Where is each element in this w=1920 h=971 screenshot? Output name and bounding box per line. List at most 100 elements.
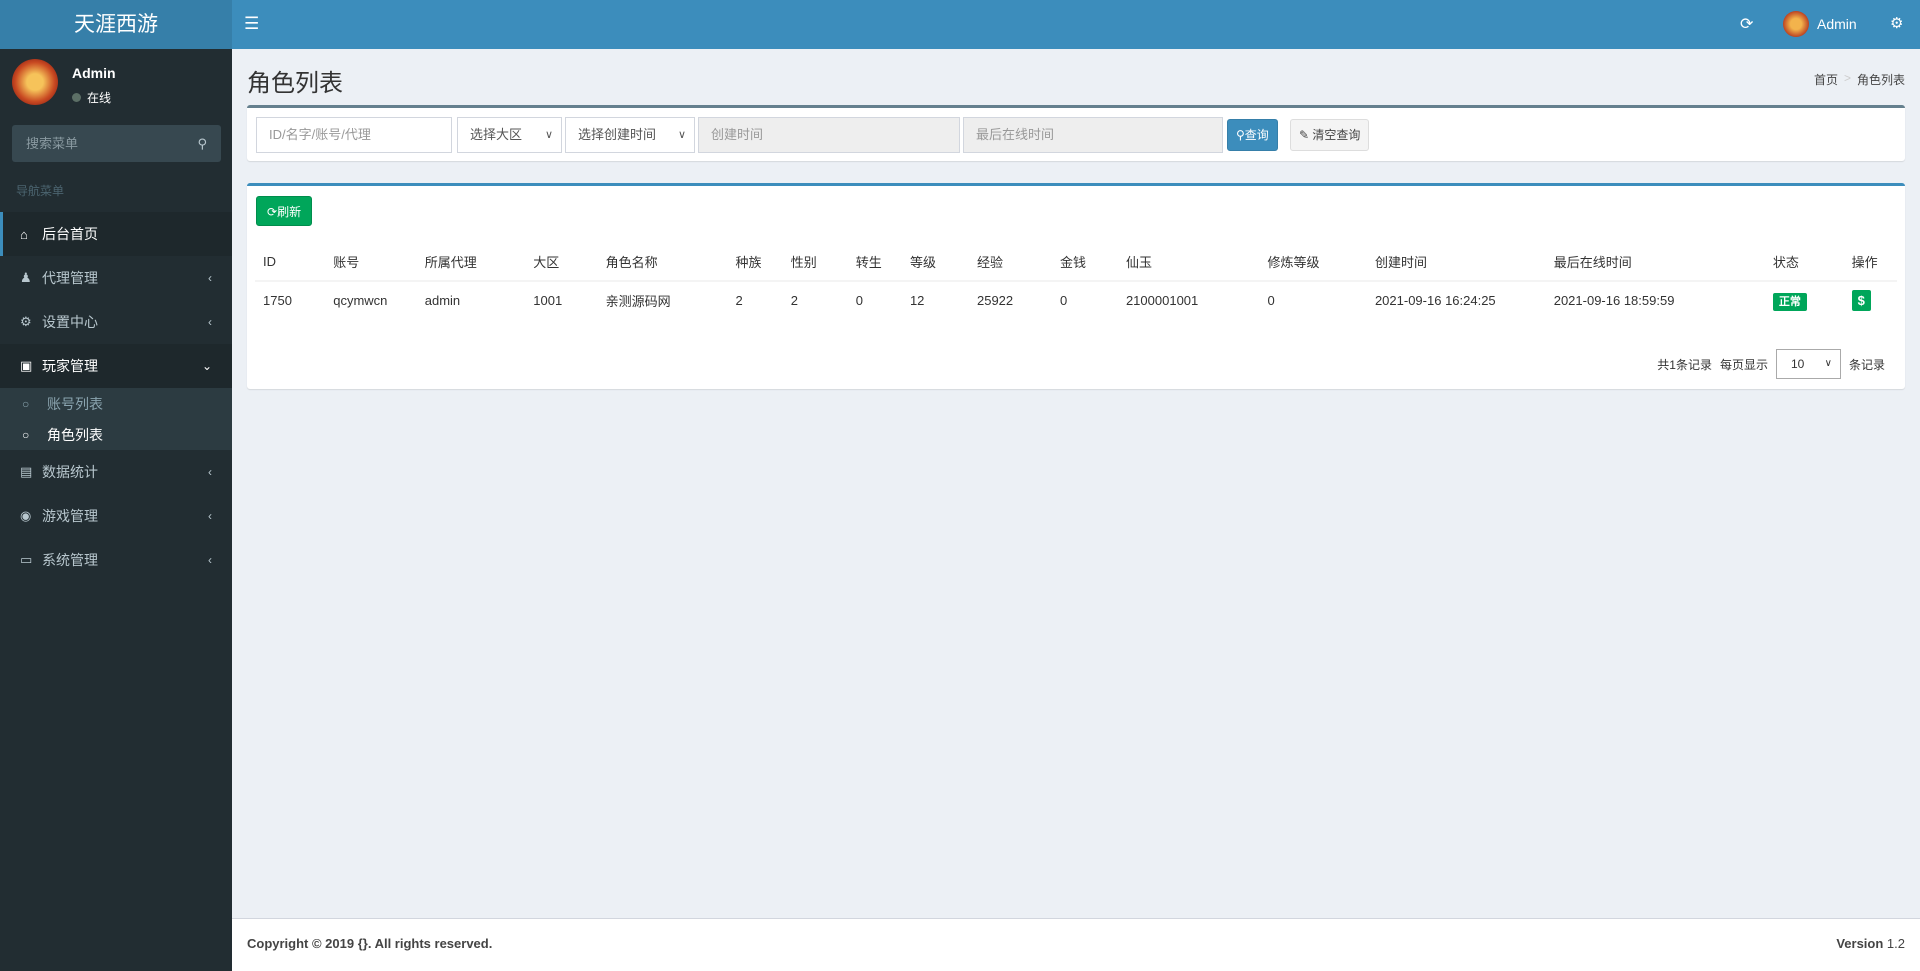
per-page-select[interactable]: 10 [1775,349,1841,379]
cell-value: 2 [735,293,743,308]
column-header: 大区 [525,243,598,282]
cell-value: 亲测源码网 [605,294,671,309]
table-cell: 2 [727,280,783,319]
user-menu[interactable]: Admin [1783,11,1857,37]
roles-table: ID 账号 所属代理 大区 角色名称 种族 性别 转生 等级 经验 金钱 仙玉 修炼等级 创建时间 最后在线… [255,243,1897,319]
menu-toggle-icon[interactable]: ☰ [244,14,259,34]
copyright: Copyright © 2019 {}. All rights reserved… [247,936,493,951]
avatar [1783,11,1809,37]
search-icon: ⚲ [1236,128,1245,142]
sidebar-item-label: 设置中心 [42,314,98,330]
gamepad-icon: ◉ [20,508,32,523]
chevron-left-icon: ‹ [208,315,212,329]
cell-value: 2 [790,293,799,308]
column-header: 等级 [901,243,969,282]
gears-icon: ⚙ [20,314,32,329]
sidebar-subitem-roles[interactable]: ○ 角色列表 [0,419,232,450]
cell-value: 0 [1267,293,1275,308]
sidebar-item-label: 系统管理 [42,552,98,568]
search-placeholder: 搜索菜单 [26,136,79,151]
refresh-button[interactable]: ⟳刷新 [256,196,313,226]
column-header: 经验 [968,243,1052,282]
records-suffix: 条记录 [1848,357,1885,372]
cell-value: 12 [909,293,925,308]
column-header: 金钱 [1051,243,1118,282]
search-icon[interactable]: ⚲ [197,125,207,162]
status-badge: 正常 [1772,292,1807,311]
search-label: 查询 [1244,128,1269,142]
user-panel: Admin 在线 [12,59,116,106]
last-online-input[interactable]: 最后在线时间 [963,117,1223,153]
cell-value: 1001 [533,293,563,308]
pagination: 共1条记录 每页显示 10 条记录 [1657,349,1885,379]
version-number: 1.2 [1886,936,1905,951]
create-time-input[interactable]: 创建时间 [698,117,960,153]
table-cell: 12 [901,280,969,319]
sidebar-item-players[interactable]: ▣ 玩家管理 ⌄ [0,344,232,388]
column-header: 仙玉 [1117,243,1260,282]
table-cell: 2 [782,280,848,319]
avatar [12,59,58,105]
page-title: 角色列表 [247,70,343,97]
cell-value: 2100001001 [1125,293,1199,308]
chevron-left-icon: ‹ [208,271,212,285]
create-time-select[interactable]: 选择创建时间 [565,117,695,153]
clear-button[interactable]: ✎ 清空查询 [1290,119,1370,151]
sidebar-item-label: 代理管理 [42,270,98,286]
sidebar-item-label: 后台首页 [42,226,98,242]
column-header: 修炼等级 [1259,243,1367,282]
sidebar-item-label: 玩家管理 [42,358,98,374]
per-page-label: 每页显示 [1719,357,1768,372]
column-header: 所属代理 [416,243,526,282]
cell-value: 2021-09-16 16:24:25 [1374,293,1496,308]
cell-value: 2021-09-16 18:59:59 [1553,293,1675,308]
area-chart-icon: ▤ [20,464,33,479]
breadcrumb-home[interactable]: 首页 [1814,71,1838,88]
zone-select[interactable]: 选择大区 [457,117,562,153]
table-cell: 0 [1051,280,1118,319]
sidebar-item-agents[interactable]: ♟ 代理管理 ‹ [0,256,232,300]
column-header: 操作 [1843,243,1897,282]
breadcrumb-separator: > [1843,71,1851,85]
sidebar-item-label: 数据统计 [42,464,98,480]
recharge-button[interactable]: $ [1851,290,1871,311]
refresh-icon[interactable]: ⟳ [1740,14,1753,34]
circle-icon: ○ [22,396,30,411]
sidebar-item-home[interactable]: ⌂ 后台首页 [0,212,232,256]
gears-icon[interactable]: ⚙ [1890,14,1903,32]
table-cell: 0 [1259,280,1367,319]
sidebar: Admin 在线 搜索菜单 ⚲ 导航菜单 ⌂ 后台首页 ♟ 代理管理 ‹ ⚙ 设置中心 ‹ … [0,49,232,971]
sidebar-item-game[interactable]: ◉ 游戏管理 ‹ [0,494,232,538]
table-row: 1750 qcymwcn admin 1001 亲测源码网 2 2 0 12 25922 0 2100… [255,280,1897,319]
table-header-row: ID 账号 所属代理 大区 角色名称 种族 性别 转生 等级 经验 金钱 仙玉 修炼等级 创建时间 最后在线… [255,243,1897,282]
user-name: Admin [1817,16,1857,32]
column-header: 种族 [727,243,783,282]
logo[interactable]: 天涯西游 [0,0,232,49]
refresh-label: 刷新 [277,205,302,219]
table-cell: 2021-09-16 18:59:59 [1545,280,1765,319]
sidebar-item-system[interactable]: ▭ 系统管理 ‹ [0,538,232,582]
user-name: Admin [72,65,116,81]
cell-value: 25922 [976,293,1014,308]
status-dot-icon [72,93,81,102]
sidebar-subitem-accounts[interactable]: ○ 账号列表 [0,388,232,419]
cell-value: 0 [1059,293,1068,308]
version-label: Version [1836,936,1884,951]
menu-search-input[interactable]: 搜索菜单 ⚲ [12,125,221,162]
version: Version 1.2 [1836,919,1905,971]
cell-value: qcymwcn [333,293,388,308]
table-cell: 25922 [968,280,1052,319]
keyword-input[interactable]: ID/名字/账号/代理 [256,117,452,153]
table-cell: 亲测源码网 [597,280,728,319]
sidebar-item-settings[interactable]: ⚙ 设置中心 ‹ [0,300,232,344]
sidebar-item-label: 角色列表 [47,426,103,443]
breadcrumb-current: 角色列表 [1856,73,1905,87]
cell-value: admin [424,293,461,308]
column-header: ID [255,243,326,282]
table-box: ⟳刷新 ID 账号 所属代理 大区 角色名称 种族 性别 转生 等级 经验 金钱 仙玉 修炼等级 创建时间… [247,183,1905,389]
search-button[interactable]: ⚲查询 [1227,119,1278,151]
chevron-left-icon: ‹ [208,553,212,567]
column-header: 账号 [325,243,417,282]
sidebar-item-stats[interactable]: ▤ 数据统计 ‹ [0,450,232,494]
table-cell: qcymwcn [325,280,417,319]
